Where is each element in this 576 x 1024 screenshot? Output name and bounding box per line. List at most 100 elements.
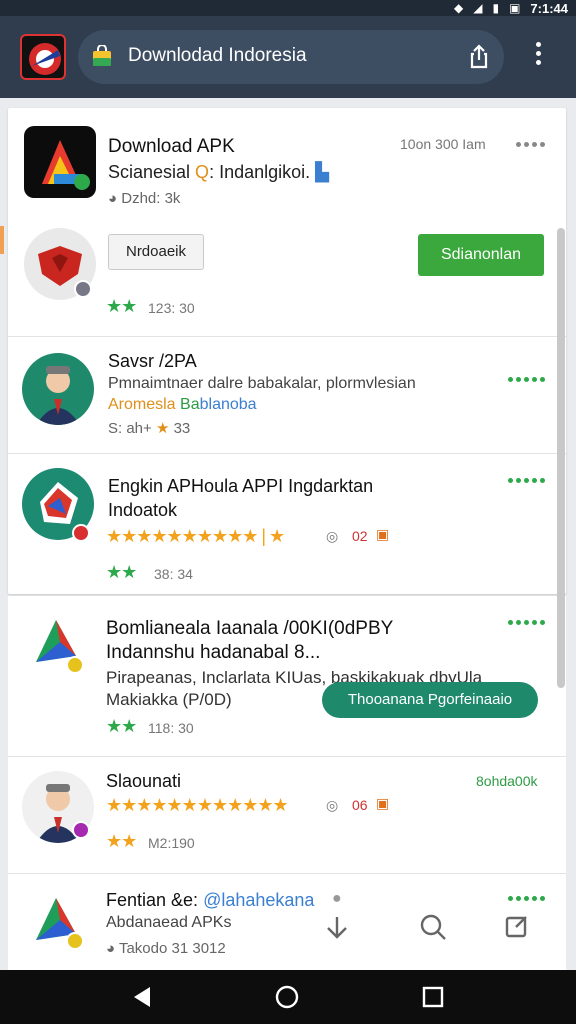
list-item[interactable]: Slaounati 8ohda00k ★★★★★★★★★★★★ ◎ 06 ▣ ★…	[8, 757, 566, 873]
item-title: Savsr /2PA	[108, 351, 197, 371]
app-icon	[26, 890, 98, 962]
battery-icon: ▮	[492, 1, 500, 15]
item-title: Bomlianeala Iaanala /00KI(0dPBY	[106, 618, 394, 639]
search-icon[interactable]	[418, 912, 448, 942]
flag-icon: ▣	[376, 526, 390, 542]
item-title: Slaounati	[106, 771, 182, 791]
featured-subtitle: Scianesial Q: Indanlgikoi. ▙	[108, 162, 329, 183]
app-icon	[26, 612, 98, 684]
item-title-link: @lahahekana	[203, 890, 315, 910]
back-icon[interactable]	[130, 984, 156, 1010]
featured-title: Download APK	[108, 136, 235, 157]
system-nav-bar	[0, 970, 576, 1024]
info-icon: ●	[332, 890, 342, 907]
rating-stars: ★★★★★★★★★★ | ★	[106, 526, 285, 546]
sim-icon: ▣	[509, 1, 521, 15]
badge-icon	[66, 656, 84, 674]
install-outline-button[interactable]: Nrdoaeik	[108, 234, 204, 270]
app-card-group: Download APK Scianesial Q: Indanlgikoi. …	[8, 108, 566, 594]
item-subtitle: Abdanaead APKs	[106, 914, 232, 931]
status-bar: ◆ ◢ ▮ ▣ 7:1:44	[0, 0, 576, 16]
subtitle-tail: : Indanlgikoi.	[209, 162, 311, 182]
featured-meta: ◕ Dzhd: 3k	[108, 190, 180, 207]
item-meta: ◕ Takodo 31 3012	[106, 940, 226, 957]
item-meta-text: Takodo 31 3012	[118, 940, 226, 957]
star-icon: ★	[155, 420, 170, 437]
edit-icon[interactable]	[502, 912, 532, 942]
scrollbar[interactable]	[557, 228, 565, 688]
rating-count: 06	[352, 797, 368, 813]
app-card-group: Bomlianeala Iaanala /00KI(0dPBY Indannsh…	[8, 596, 566, 970]
rating-stars-green: ★★	[106, 716, 137, 736]
rating-stars-green: ★★	[106, 562, 137, 582]
overflow-icon[interactable]	[516, 142, 545, 147]
download-button[interactable]: Sdianonlan	[418, 234, 544, 276]
list-item[interactable]: Engkin APHoula APPI Ingdarktan Indoatok …	[8, 454, 566, 594]
overflow-icon[interactable]	[508, 478, 545, 483]
rating-stars: ★★★★★★★★★★★★	[106, 795, 289, 815]
app-list[interactable]: Download APK Scianesial Q: Indanlgikoi. …	[0, 98, 576, 970]
rating-text: 123: 30	[148, 300, 195, 316]
tag-blue: blanoba	[199, 396, 257, 413]
item-description: Pmnaimtnaer dalre babakalar, plormvlesia…	[108, 375, 416, 392]
subtitle-text: Scianesial	[108, 162, 196, 182]
chart-icon: ▙	[315, 162, 329, 182]
download-count-icon: ◕	[106, 940, 116, 957]
location-icon: ◆	[454, 1, 464, 15]
url-text: Downlodad Indoresia	[128, 45, 307, 66]
search-icon: Q	[195, 162, 210, 182]
badge-icon	[66, 932, 84, 950]
item-meta: Makiakka (P/0D)	[106, 690, 232, 709]
home-icon[interactable]	[274, 984, 300, 1010]
item-title-line2: Indannshu hadanabal 8...	[106, 642, 321, 663]
download-icon[interactable]	[322, 912, 352, 942]
install-pill-button[interactable]: Thooanana Pgorfeinaaio	[322, 682, 538, 718]
download-count-icon: ◕	[108, 190, 118, 207]
overflow-icon[interactable]	[508, 620, 545, 625]
status-time: 7:1:44	[530, 0, 568, 16]
badge-icon	[72, 524, 90, 542]
review-icon: ◎	[326, 528, 339, 544]
share-icon[interactable]	[464, 42, 494, 72]
rating-stars-small: ★★	[106, 831, 137, 851]
tag-green: Ba	[180, 396, 200, 413]
left-accent	[0, 226, 4, 254]
browser-toolbar: Downlodad Indoresia	[0, 16, 576, 98]
tag-orange: Aromesla	[108, 396, 176, 413]
download-count: Dzhd: 3k	[121, 190, 181, 207]
item-title-line2: Indoatok	[108, 500, 178, 520]
app-icon	[24, 126, 96, 198]
status-icons: ◆ ◢ ▮ ▣ 7:1:44	[454, 0, 568, 16]
verified-badge-icon	[74, 280, 92, 298]
url-bar[interactable]: Downlodad Indoresia	[78, 30, 504, 84]
list-item[interactable]: Bomlianeala Iaanala /00KI(0dPBY Indannsh…	[8, 596, 566, 756]
app-logo-icon[interactable]	[20, 34, 66, 80]
recents-icon[interactable]	[420, 984, 446, 1010]
item-meta-text: S: ah+	[108, 420, 152, 437]
featured-size: 10on 300 Iam	[400, 136, 486, 152]
more-menu-icon[interactable]	[528, 42, 548, 72]
overflow-icon[interactable]	[508, 896, 545, 901]
rating-text: M2:190	[148, 835, 195, 851]
developer-avatar	[22, 353, 94, 425]
list-item[interactable]: Savsr /2PA Pmnaimtnaer dalre babakalar, …	[8, 337, 566, 453]
badge-icon	[72, 821, 90, 839]
rating-count: 02	[352, 528, 368, 544]
item-meta: S: ah+ ★ 33	[108, 419, 190, 437]
rating-text: 38: 34	[154, 566, 193, 582]
overflow-icon[interactable]	[508, 377, 545, 382]
item-title: Engkin APHoula APPI Ingdarktan	[108, 476, 374, 496]
item-title-text: Fentian &e:	[106, 890, 199, 910]
review-icon: ◎	[326, 797, 339, 813]
signal-icon: ◢	[473, 1, 483, 15]
list-item[interactable]: Fentian &e: @lahahekana ● Abdanaead APKs…	[8, 874, 566, 970]
shopping-bag-icon	[92, 44, 112, 67]
rating-stars: ★★	[106, 296, 137, 316]
item-tags: Aromesla Bablanoba	[108, 396, 257, 414]
flag-icon: ▣	[376, 795, 390, 811]
item-rating: 33	[173, 420, 191, 437]
rating-text: 118: 30	[148, 720, 194, 736]
featured-app[interactable]: Download APK Scianesial Q: Indanlgikoi. …	[8, 108, 566, 336]
item-size-label: 8ohda00k	[476, 773, 538, 789]
item-title: Fentian &e: @lahahekana	[106, 890, 314, 911]
